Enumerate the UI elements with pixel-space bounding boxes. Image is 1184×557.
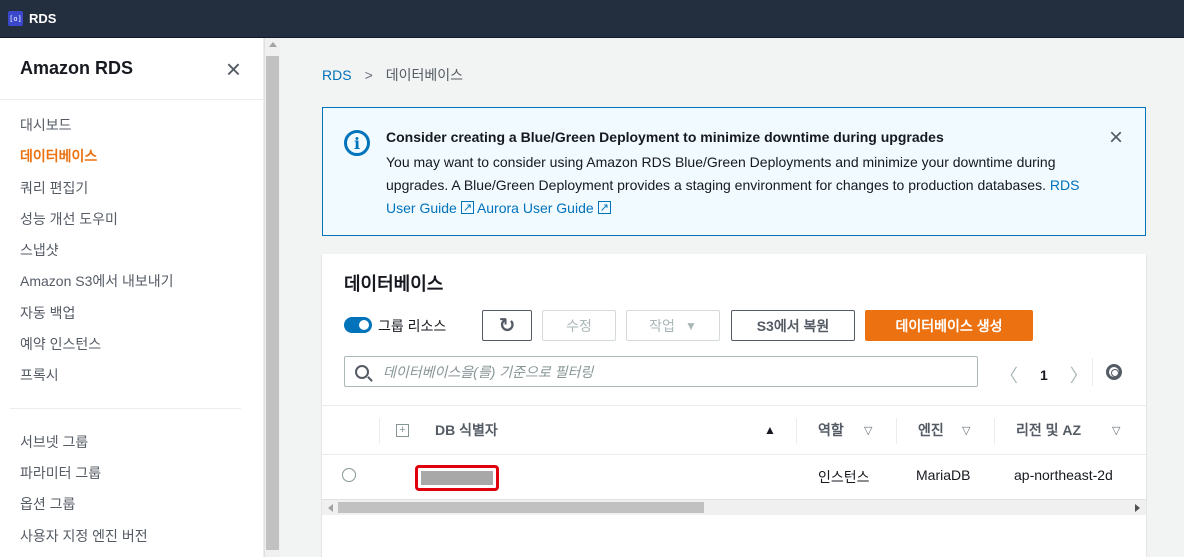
breadcrumb: RDS > 데이터베이스 xyxy=(322,65,463,85)
databases-panel: 데이터베이스 그룹 리소스 ↻ 수정 작업 ▼ S3에서 복원 데이터베이스 생… xyxy=(322,254,1146,557)
app-title[interactable]: RDS xyxy=(29,11,56,26)
sidebar: Amazon RDS × 대시보드 데이터베이스 쿼리 편집기 성능 개선 도우… xyxy=(0,38,264,557)
redacted-db-identifier[interactable] xyxy=(415,465,499,491)
cell-role: 인스턴스 xyxy=(818,469,870,485)
sidebar-item-option-groups[interactable]: 옵션 그룹 xyxy=(0,491,263,522)
create-database-button[interactable]: 데이터베이스 생성 xyxy=(865,310,1033,341)
modify-button[interactable]: 수정 xyxy=(542,310,616,341)
sidebar-item-performance-insights[interactable]: 성능 개선 도우미 xyxy=(0,206,263,237)
search-icon xyxy=(355,364,369,379)
column-header-region-az[interactable]: 리전 및 AZ xyxy=(1016,406,1081,454)
scrollbar-thumb[interactable] xyxy=(338,502,704,513)
panel-title: 데이터베이스 xyxy=(344,274,444,294)
external-link-icon xyxy=(460,197,474,220)
cell-engine: MariaDB xyxy=(916,467,971,483)
breadcrumb-current: 데이터베이스 xyxy=(385,67,464,83)
sidebar-item-exports-s3[interactable]: Amazon S3에서 내보내기 xyxy=(0,268,263,299)
table-row[interactable]: 인스턴스 MariaDB ap-northeast-2d xyxy=(322,455,1146,495)
sidebar-item-dashboard[interactable]: 대시보드 xyxy=(0,112,263,143)
expand-icon: + xyxy=(396,423,409,437)
sidebar-scrollbar[interactable] xyxy=(264,38,280,557)
sidebar-item-snapshots[interactable]: 스냅샷 xyxy=(0,237,263,268)
table-horizontal-scrollbar[interactable] xyxy=(322,499,1146,515)
sidebar-item-automated-backups[interactable]: 자동 백업 xyxy=(0,300,263,331)
column-divider xyxy=(796,418,797,444)
sidebar-header: Amazon RDS × xyxy=(0,38,263,100)
filter-icon[interactable]: ▽ xyxy=(864,406,872,454)
main-content: RDS > 데이터베이스 i Consider creating a Blue/… xyxy=(281,38,1184,557)
external-link-icon xyxy=(597,197,611,220)
sidebar-title[interactable]: Amazon RDS xyxy=(20,58,133,79)
info-flashbar: i Consider creating a Blue/Green Deploym… xyxy=(322,107,1146,236)
column-divider xyxy=(379,418,380,444)
column-divider xyxy=(994,418,995,444)
pagination: 〈 1 〉 xyxy=(1000,362,1088,388)
sort-ascending-icon[interactable]: ▲ xyxy=(764,406,776,454)
refresh-button[interactable]: ↻ xyxy=(482,310,532,341)
rds-logo-icon: [o] xyxy=(8,11,23,26)
scrollbar-thumb[interactable] xyxy=(266,56,279,550)
column-header-db-identifier[interactable]: DB 식별자 xyxy=(435,406,498,454)
filter-icon[interactable]: ▽ xyxy=(1112,406,1120,454)
column-header-engine[interactable]: 엔진 xyxy=(918,406,944,454)
sidebar-item-databases[interactable]: 데이터베이스 xyxy=(0,143,263,174)
flash-body: You may want to consider using Amazon RD… xyxy=(386,151,1086,220)
flash-title: Consider creating a Blue/Green Deploymen… xyxy=(386,129,944,145)
refresh-icon: ↻ xyxy=(498,315,516,337)
close-icon[interactable]: × xyxy=(226,56,241,82)
pager-divider xyxy=(1092,358,1093,386)
info-icon: i xyxy=(344,130,370,156)
flash-body-text: You may want to consider using Amazon RD… xyxy=(386,154,1056,193)
column-header-role[interactable]: 역할 xyxy=(818,406,844,454)
filter-search-box[interactable] xyxy=(344,356,978,387)
prev-page-icon[interactable]: 〈 xyxy=(1000,362,1018,388)
expand-all-button[interactable]: + xyxy=(396,406,409,454)
scroll-right-arrow-icon[interactable] xyxy=(1135,504,1140,512)
restore-from-s3-button[interactable]: S3에서 복원 xyxy=(731,310,855,341)
sidebar-item-subnet-groups[interactable]: 서브넷 그룹 xyxy=(0,429,263,460)
actions-button[interactable]: 작업 ▼ xyxy=(626,310,720,341)
actions-label: 작업 xyxy=(649,317,675,334)
sidebar-divider xyxy=(10,407,241,409)
gear-icon[interactable] xyxy=(1106,364,1122,380)
sidebar-item-custom-engine-versions[interactable]: 사용자 지정 엔진 버전 xyxy=(0,523,263,554)
row-select-radio[interactable] xyxy=(342,468,356,482)
next-page-icon[interactable]: 〉 xyxy=(1070,362,1088,388)
top-navigation-bar: [o] RDS xyxy=(0,0,1184,38)
group-resources-label: 그룹 리소스 xyxy=(378,318,447,334)
scroll-up-arrow-icon[interactable] xyxy=(269,42,277,47)
sidebar-item-query-editor[interactable]: 쿼리 편집기 xyxy=(0,175,263,206)
flash-close-icon[interactable]: × xyxy=(1109,124,1123,152)
filter-input[interactable] xyxy=(383,363,963,380)
breadcrumb-separator-icon: > xyxy=(364,67,373,83)
column-divider xyxy=(896,418,897,444)
cell-region-az: ap-northeast-2d xyxy=(1014,467,1113,483)
aurora-user-guide-link[interactable]: Aurora User Guide xyxy=(477,197,611,220)
breadcrumb-rds-link[interactable]: RDS xyxy=(322,67,352,83)
sidebar-item-parameter-groups[interactable]: 파라미터 그룹 xyxy=(0,460,263,491)
sidebar-item-proxies[interactable]: 프록시 xyxy=(0,362,263,393)
scroll-left-arrow-icon[interactable] xyxy=(328,504,333,512)
group-resources-toggle[interactable] xyxy=(344,317,372,333)
page-number[interactable]: 1 xyxy=(1040,367,1048,383)
table-header: + DB 식별자 ▲ 역할 ▽ 엔진 ▽ 리전 및 AZ ▽ xyxy=(322,405,1146,455)
sidebar-item-reserved-instances[interactable]: 예약 인스턴스 xyxy=(0,331,263,362)
filter-icon[interactable]: ▽ xyxy=(962,406,970,454)
caret-down-icon: ▼ xyxy=(684,318,697,333)
